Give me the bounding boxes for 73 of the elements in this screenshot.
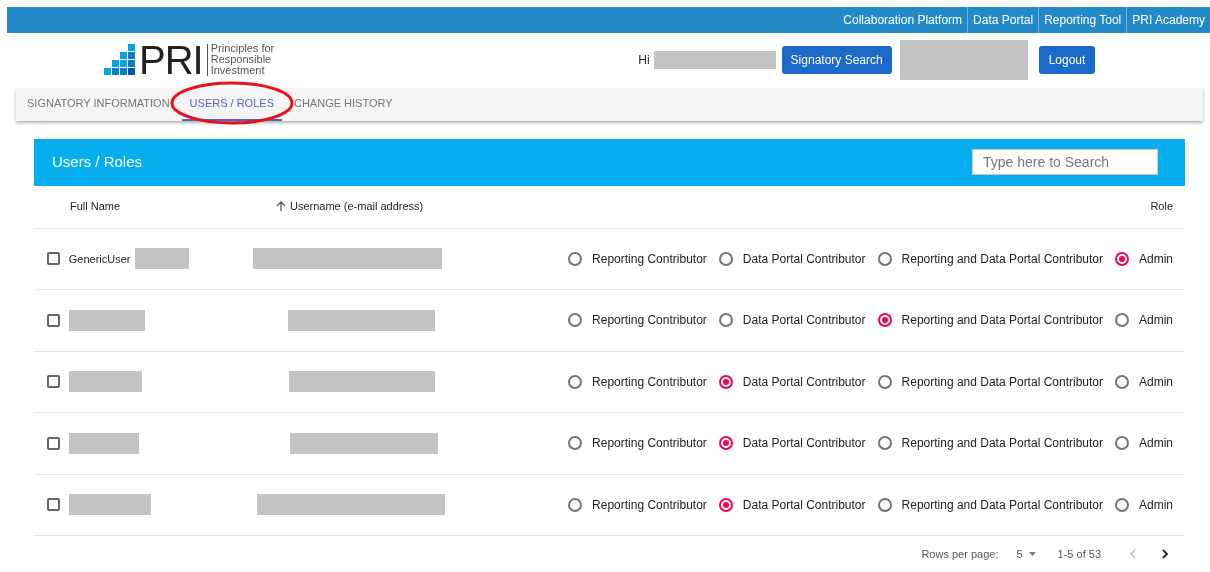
rows-per-page-label: Rows per page: xyxy=(921,546,999,562)
role-label[interactable]: Reporting Contributor xyxy=(592,495,707,514)
row-checkbox[interactable] xyxy=(47,436,60,450)
redacted-block xyxy=(68,432,139,454)
dropdown-caret-icon xyxy=(1028,552,1036,556)
nav-link[interactable]: Reporting Tool xyxy=(1038,7,1127,33)
rows-per-page-select[interactable]: 5 xyxy=(1016,545,1036,563)
radio-button[interactable] xyxy=(718,374,733,389)
logout-button[interactable]: Logout xyxy=(1038,45,1096,74)
role-label[interactable]: Admin xyxy=(1139,434,1173,453)
radio-button[interactable] xyxy=(877,251,892,266)
role-label[interactable]: Admin xyxy=(1139,372,1173,391)
redacted-block xyxy=(134,248,189,270)
nav-link[interactable]: Data Portal xyxy=(967,7,1039,33)
radio-button[interactable] xyxy=(1115,374,1129,389)
logo-squares-icon xyxy=(104,44,136,77)
page-range: 1-5 of 53 xyxy=(1057,546,1101,562)
role-label[interactable]: Reporting and Data Portal Contributor xyxy=(901,434,1103,453)
row-checkbox[interactable] xyxy=(47,313,60,327)
role-label[interactable]: Data Portal Contributor xyxy=(742,495,866,514)
role-label[interactable]: Reporting and Data Portal Contributor xyxy=(901,249,1103,268)
role-label[interactable]: Data Portal Contributor xyxy=(742,311,866,330)
role-label[interactable]: Reporting and Data Portal Contributor xyxy=(901,372,1103,391)
role-label[interactable]: Admin xyxy=(1139,249,1173,268)
role-label[interactable]: Admin xyxy=(1139,495,1173,514)
radio-button[interactable] xyxy=(718,313,733,328)
role-label[interactable]: Reporting Contributor xyxy=(592,249,707,268)
radio-button[interactable] xyxy=(568,313,583,328)
radio-button[interactable] xyxy=(1115,436,1129,451)
role-label[interactable]: Reporting Contributor xyxy=(592,434,707,453)
radio-button[interactable] xyxy=(568,374,583,389)
role-label[interactable]: Data Portal Contributor xyxy=(742,434,866,453)
radio-button[interactable] xyxy=(718,497,733,512)
chevron-right-icon xyxy=(1162,549,1168,559)
radio-button[interactable] xyxy=(877,374,892,389)
radio-button[interactable] xyxy=(568,251,583,266)
user-name: GenericUser xyxy=(68,251,131,267)
row-checkbox[interactable] xyxy=(47,498,60,512)
role-label[interactable]: Reporting and Data Portal Contributor xyxy=(901,311,1103,330)
role-label[interactable]: Reporting and Data Portal Contributor xyxy=(901,495,1103,514)
radio-button[interactable] xyxy=(1115,313,1129,328)
role-label[interactable]: Admin xyxy=(1139,311,1173,330)
radio-button[interactable] xyxy=(1115,251,1129,266)
logo-tagline: Responsible xyxy=(210,54,273,66)
column-header[interactable]: Full Name xyxy=(70,198,121,215)
column-header[interactable]: Role xyxy=(1150,198,1173,215)
logo-wordmark: PRI xyxy=(139,44,208,77)
radio-button[interactable] xyxy=(568,497,583,512)
tab[interactable]: SIGNATORY INFORMATION xyxy=(25,87,172,121)
panel-title: Users / Roles xyxy=(52,151,143,172)
search-field[interactable]: Type here to Search xyxy=(972,149,1158,175)
radio-button[interactable] xyxy=(568,436,583,451)
logo-tagline: Investment xyxy=(210,65,265,77)
greeting-text: Hi xyxy=(638,51,650,69)
radio-button[interactable] xyxy=(877,313,892,328)
role-label[interactable]: Data Portal Contributor xyxy=(742,372,866,391)
nav-link[interactable]: PRI Academy xyxy=(1126,7,1210,33)
role-label[interactable]: Reporting Contributor xyxy=(592,311,707,330)
role-label[interactable]: Reporting Contributor xyxy=(592,372,707,391)
nav-link[interactable]: Collaboration Platform xyxy=(838,7,968,33)
row-checkbox[interactable] xyxy=(47,252,60,266)
radio-button[interactable] xyxy=(718,436,733,451)
column-header[interactable]: Username (e-mail address) xyxy=(290,198,424,215)
radio-button[interactable] xyxy=(877,497,892,512)
chevron-left-icon xyxy=(1130,549,1136,559)
role-label[interactable]: Data Portal Contributor xyxy=(742,249,866,268)
radio-button[interactable] xyxy=(718,251,733,266)
radio-button[interactable] xyxy=(877,436,892,451)
logo-tagline: Principles for xyxy=(210,43,275,55)
signatory-search-button[interactable]: Signatory Search xyxy=(781,45,892,74)
tab[interactable]: CHANGE HISTORY xyxy=(291,87,395,121)
row-checkbox[interactable] xyxy=(47,375,60,389)
radio-button[interactable] xyxy=(1115,497,1129,512)
